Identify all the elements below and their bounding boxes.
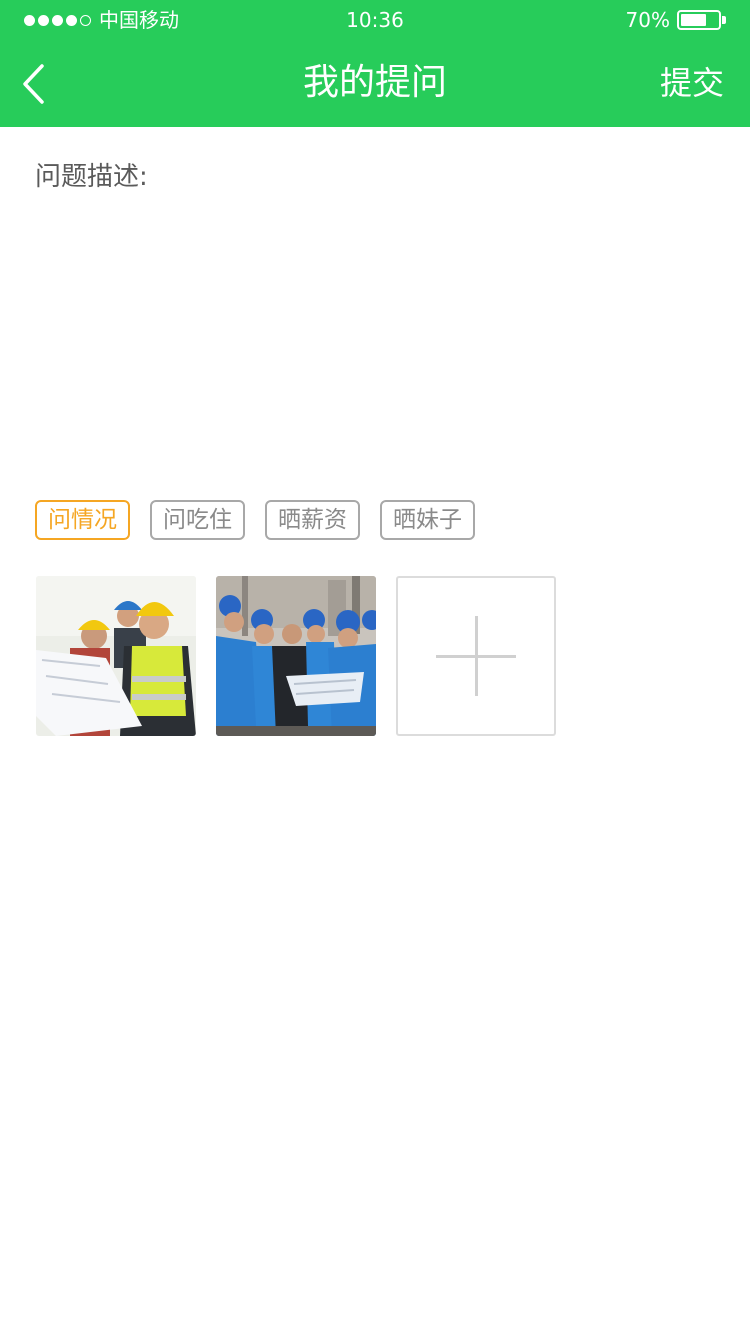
photo-list: [36, 576, 556, 736]
battery-level: [681, 14, 706, 26]
back-button[interactable]: [14, 58, 64, 110]
page-title: 我的提问: [302, 62, 447, 103]
tag-item[interactable]: 问吃住: [150, 500, 245, 540]
attached-photo-workers-hardhats[interactable]: [36, 576, 196, 736]
status-bar: 中国移动 10:36 70%: [0, 0, 750, 40]
tag-item[interactable]: 晒妹子: [380, 500, 475, 540]
photo-thumbnail: [36, 576, 196, 736]
attached-photo-workers-blueprint[interactable]: [216, 576, 376, 736]
add-photo-button[interactable]: [396, 576, 556, 736]
chevron-left-icon: [23, 64, 44, 104]
submit-button[interactable]: 提交: [660, 58, 724, 108]
battery-percent: 70%: [625, 8, 670, 32]
photo-thumbnail: [216, 576, 376, 736]
tag-item[interactable]: 晒薪资: [265, 500, 360, 540]
description-input[interactable]: [35, 200, 715, 470]
description-label: 问题描述:: [35, 162, 148, 192]
app-header: 中国移动 10:36 70% 我的提问 提交: [0, 0, 750, 127]
battery-icon: [677, 10, 721, 30]
tag-list: 问情况 问吃住 晒薪资 晒妹子: [35, 500, 475, 540]
tag-item[interactable]: 问情况: [35, 500, 130, 540]
battery-cap: [722, 16, 726, 24]
